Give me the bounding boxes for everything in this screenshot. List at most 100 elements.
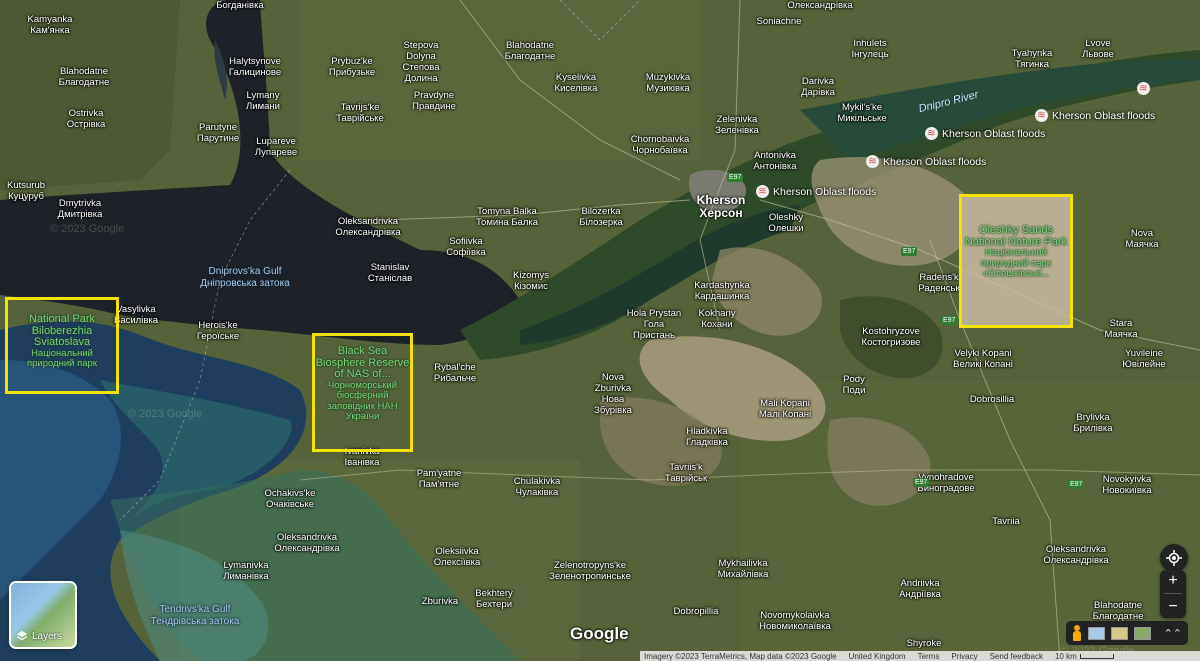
water-label: Dniprovs'ka Gulf Дніпровська затока bbox=[200, 266, 290, 289]
park-highlight-biloberezhia[interactable]: National Park Biloberezhia Sviatoslava На… bbox=[5, 297, 119, 394]
place-label: Hladkivka Гладківка bbox=[686, 426, 728, 448]
place-label: Kizomys Кізомис bbox=[513, 270, 549, 292]
place-label: Nova Zburivka Нова Збурівка bbox=[594, 372, 632, 416]
flood-poi[interactable]: ≋ Kherson Oblast floods bbox=[925, 127, 1045, 140]
place-label: Prybuz'ke Прибузьке bbox=[328, 56, 376, 78]
layers-button[interactable]: Layers bbox=[9, 581, 77, 649]
scale-indicator[interactable]: 10 km bbox=[1055, 652, 1114, 661]
my-location-button[interactable] bbox=[1160, 544, 1188, 572]
place-label: Yuvileine Ювілейне bbox=[1122, 348, 1166, 370]
flood-icon: ≋ bbox=[1137, 82, 1150, 95]
place-label: Zburivka bbox=[421, 596, 459, 607]
road-shield: E97 bbox=[901, 247, 918, 256]
place-label: Bilozerka Білозерка bbox=[579, 206, 623, 228]
expand-icon[interactable]: ⌃⌃ bbox=[1164, 627, 1182, 640]
watermark: © 2023 Google bbox=[50, 223, 125, 235]
place-label: Novokyivka Новокиївка bbox=[1102, 474, 1152, 496]
place-label: Kokhany Кохани bbox=[698, 308, 736, 330]
place-label: Lymanivka Лиманівка bbox=[223, 560, 269, 582]
layers-label: Layers bbox=[16, 630, 62, 642]
place-label: Antonivka Антонівка bbox=[753, 150, 797, 172]
location-target-icon bbox=[1166, 550, 1182, 566]
place-label: Lvove Львове bbox=[1082, 38, 1114, 60]
place-label: Kyselivka Киселівка bbox=[554, 72, 598, 94]
privacy-link[interactable]: Privacy bbox=[951, 652, 977, 661]
terrain-thumbnail[interactable] bbox=[1111, 626, 1128, 640]
place-label: Олександрівка bbox=[787, 0, 853, 11]
zoom-divider bbox=[1164, 593, 1182, 595]
place-label: Blahodatne Благодатне bbox=[1092, 600, 1144, 622]
flood-icon: ≋ bbox=[866, 155, 879, 168]
terms-link[interactable]: Terms bbox=[918, 652, 940, 661]
place-label: Brylivka Брилівка bbox=[1073, 412, 1113, 434]
place-label: Ochakivs'ke Очаківське bbox=[264, 488, 316, 510]
send-feedback-link[interactable]: Send feedback bbox=[990, 652, 1043, 661]
flood-poi[interactable]: ≋ Kherson Oblast floods bbox=[866, 155, 986, 168]
flood-poi-small[interactable]: ≋ bbox=[1137, 82, 1150, 95]
zoom-in-button[interactable]: + bbox=[1168, 572, 1177, 590]
imagery-attribution: Imagery ©2023 TerraMetrics, Map data ©20… bbox=[644, 651, 837, 661]
place-label: Blahodatne Благодатне bbox=[58, 66, 110, 88]
layers-icon bbox=[16, 631, 28, 641]
place-label: Kamyanka Кам'янка bbox=[27, 14, 73, 36]
road-shield: E97 bbox=[941, 316, 958, 325]
place-label: Chulakivka Чулаківка bbox=[513, 476, 561, 498]
place-label: Mali Kopani Малі Копані bbox=[758, 398, 812, 420]
place-label: Oleshky Олешки bbox=[768, 212, 804, 234]
place-label: Rybal'che Рибальче bbox=[433, 362, 477, 384]
road-shield: E97 bbox=[913, 478, 930, 487]
scale-bar bbox=[1079, 653, 1114, 659]
place-label: Bekhtery Бехтери bbox=[475, 588, 513, 610]
attribution-footer: Imagery ©2023 TerraMetrics, Map data ©20… bbox=[640, 651, 1200, 661]
city-label-kherson[interactable]: Kherson Херсон bbox=[697, 194, 746, 220]
flood-poi[interactable]: ≋ Kherson Oblast floods bbox=[756, 185, 876, 198]
place-label: Parutyne Парутине bbox=[196, 122, 240, 144]
place-label: Zelenivka Зеленівка bbox=[715, 114, 759, 136]
place-label: Lupareve Лупареве bbox=[254, 136, 298, 158]
google-logo: Google bbox=[570, 624, 629, 643]
flood-icon: ≋ bbox=[925, 127, 938, 140]
place-label: Zelenotropyns'ke Зеленотропинське bbox=[549, 560, 631, 582]
place-label: Kardashynka Кардашинка bbox=[694, 280, 750, 302]
place-label: Stara Маячка bbox=[1104, 318, 1138, 340]
place-label: Stanislav Станіслав bbox=[367, 262, 413, 284]
place-label: Mykil's'ke Микільське bbox=[837, 102, 887, 124]
place-label: Stepova Dolyna Степова Долина bbox=[402, 40, 440, 84]
map-canvas[interactable]: Kamyanka Кам'янка Богданівка Halytsynove Г… bbox=[0, 0, 1200, 661]
satellite-thumbnail[interactable] bbox=[1134, 626, 1151, 640]
place-label: Hola Prystan Гола Пристань bbox=[626, 308, 682, 341]
place-label: Novomykolaivka Новомиколаївка bbox=[759, 610, 831, 632]
map-type-bar: ⌃⌃ bbox=[1066, 621, 1188, 645]
place-label: Oleksandrivka Олександрівка bbox=[1043, 544, 1109, 566]
place-label: Andriivka Андріївка bbox=[899, 578, 941, 600]
zoom-controls: + − bbox=[1160, 570, 1186, 618]
place-label: Dobrosillia bbox=[969, 394, 1015, 405]
place-label: Oleksandrivka Олександрівка bbox=[335, 216, 401, 238]
place-label: Kostohryzove Костогризове bbox=[861, 326, 921, 348]
watermark: © 2023 Google bbox=[128, 408, 203, 420]
zoom-out-button[interactable]: − bbox=[1168, 598, 1177, 616]
place-label: Lymany Лимани bbox=[246, 90, 280, 112]
place-label: Herois'ke Героїське bbox=[196, 320, 240, 342]
place-label: Radens'k Раденськ bbox=[918, 272, 960, 294]
park-highlight-oleshky-sands[interactable]: Oleshky Sands National Nature Park Націон… bbox=[959, 194, 1073, 328]
place-label: Oleksandrivka Олександрівка bbox=[274, 532, 340, 554]
map-thumbnail[interactable] bbox=[1088, 626, 1105, 640]
place-label: Tavriis'k Таврійськ bbox=[664, 462, 708, 484]
region-link[interactable]: United Kingdom bbox=[849, 652, 906, 661]
place-label: Dobropillia bbox=[673, 606, 719, 617]
pegman-icon[interactable] bbox=[1072, 625, 1082, 641]
place-label: Blahodatne Благодатне bbox=[504, 40, 556, 62]
place-label: Ostrivka Острівка bbox=[66, 108, 106, 130]
place-label: Богданівка bbox=[216, 0, 264, 11]
place-label: Soniachne bbox=[756, 16, 802, 27]
place-label: Inhulets Інгулець bbox=[851, 38, 889, 60]
place-label: Darivka Дарівка bbox=[801, 76, 835, 98]
place-label: Tyahynka Тягинка bbox=[1011, 48, 1053, 70]
road-shield: E97 bbox=[727, 173, 744, 182]
flood-poi[interactable]: ≋ Kherson Oblast floods bbox=[1035, 109, 1155, 122]
place-label: Chornobaivka Чорнобаївка bbox=[630, 134, 690, 156]
park-highlight-black-sea-reserve[interactable]: Black Sea Biosphere Reserve of NAS of...… bbox=[312, 333, 413, 452]
place-label: Velyki Kopani Великі Копані bbox=[953, 348, 1013, 370]
flood-icon: ≋ bbox=[1035, 109, 1048, 122]
